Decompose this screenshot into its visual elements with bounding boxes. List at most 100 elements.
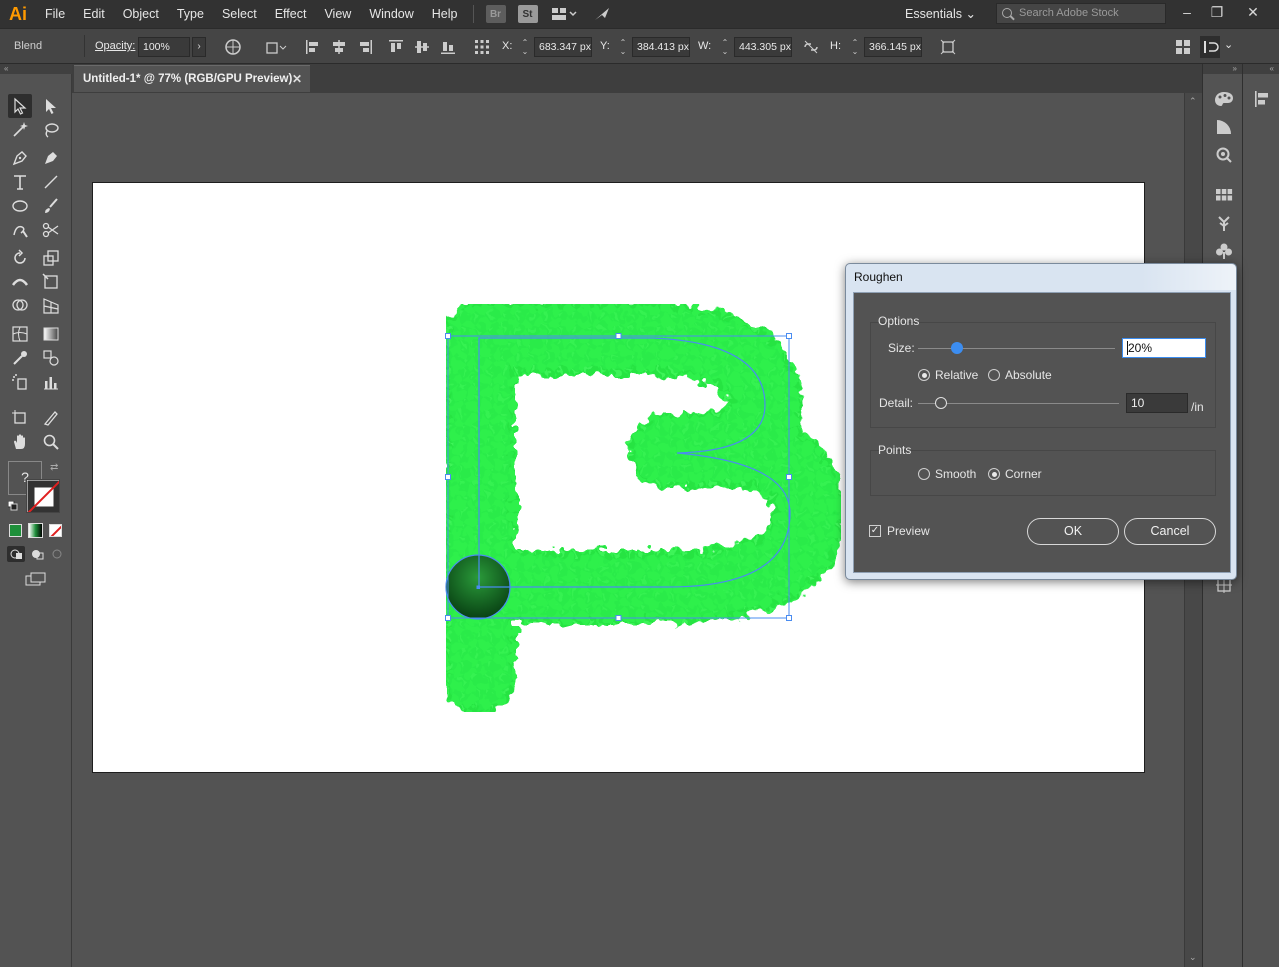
gradient-mode-icon[interactable] bbox=[28, 523, 43, 538]
stock-icon[interactable]: St bbox=[517, 5, 538, 23]
corner-radio[interactable] bbox=[988, 468, 1000, 480]
column-graph-tool-icon[interactable] bbox=[39, 370, 63, 394]
document-tab[interactable]: Untitled-1* @ 77% (RGB/GPU Preview) ✕ bbox=[74, 65, 310, 92]
size-slider-track[interactable] bbox=[918, 348, 1115, 349]
height-stepper[interactable]: ⌃ ⌄ bbox=[851, 38, 859, 56]
x-field[interactable]: 683.347 px bbox=[534, 37, 592, 57]
swatches-panel-icon[interactable] bbox=[1213, 184, 1235, 206]
scroll-down-icon[interactable]: ⌄ bbox=[1189, 952, 1199, 963]
constrain-proportions-icon[interactable] bbox=[803, 39, 819, 55]
ellipse-tool-icon[interactable] bbox=[8, 194, 32, 218]
detail-input[interactable]: 10 bbox=[1126, 393, 1188, 413]
pen-tool-icon[interactable] bbox=[8, 146, 32, 170]
menu-effect[interactable]: Effect bbox=[266, 0, 316, 28]
bridge-icon[interactable]: Br bbox=[485, 5, 506, 23]
cancel-button[interactable]: Cancel bbox=[1124, 518, 1216, 545]
symbol-sprayer-tool-icon[interactable] bbox=[8, 370, 32, 394]
magic-wand-tool-icon[interactable] bbox=[8, 118, 32, 142]
size-input[interactable]: 20% bbox=[1122, 338, 1206, 358]
mesh-tool-icon[interactable] bbox=[8, 322, 32, 346]
align-middle-icon[interactable] bbox=[414, 39, 430, 55]
chevron-down-icon[interactable]: ⌄ bbox=[1224, 38, 1233, 51]
absolute-radio[interactable] bbox=[988, 369, 1000, 381]
screen-mode-icon[interactable] bbox=[24, 571, 48, 587]
control-panel-menu-icon[interactable] bbox=[1200, 36, 1220, 58]
arrange-panels-icon[interactable] bbox=[1175, 39, 1191, 55]
menu-file[interactable]: File bbox=[36, 0, 74, 28]
brushes-panel-icon[interactable] bbox=[1213, 212, 1235, 234]
align-bottom-icon[interactable] bbox=[440, 39, 456, 55]
scale-tool-icon[interactable] bbox=[39, 246, 63, 270]
menu-type[interactable]: Type bbox=[168, 0, 213, 28]
shaper-tool-icon[interactable] bbox=[8, 218, 32, 242]
search-stock-input[interactable]: Search Adobe Stock bbox=[996, 3, 1166, 24]
restore-button[interactable]: ❐ bbox=[1202, 2, 1232, 22]
color-mode-icon[interactable] bbox=[9, 524, 22, 537]
tools-panel-grip[interactable]: « bbox=[0, 64, 72, 74]
workspace-switcher[interactable]: Essentials ⌄ bbox=[895, 4, 986, 24]
line-tool-icon[interactable] bbox=[39, 170, 63, 194]
menu-object[interactable]: Object bbox=[114, 0, 168, 28]
artboard-tool-icon[interactable] bbox=[8, 406, 32, 430]
scroll-up-icon[interactable]: ⌃ bbox=[1189, 96, 1199, 107]
detail-slider-thumb[interactable] bbox=[935, 397, 947, 409]
draw-normal-icon[interactable] bbox=[7, 546, 25, 562]
close-icon[interactable]: ✕ bbox=[292, 66, 302, 92]
width-field[interactable]: 443.305 px bbox=[734, 37, 792, 57]
width-stepper[interactable]: ⌃ ⌄ bbox=[721, 38, 729, 56]
menu-help[interactable]: Help bbox=[423, 0, 467, 28]
y-stepper[interactable]: ⌃ ⌄ bbox=[619, 38, 627, 56]
transform-icon[interactable] bbox=[940, 39, 956, 55]
anchor-point[interactable] bbox=[476, 585, 481, 590]
y-field[interactable]: 384.413 px bbox=[632, 37, 690, 57]
preview-checkbox[interactable]: ✓ bbox=[869, 525, 881, 537]
perspective-grid-tool-icon[interactable] bbox=[39, 294, 63, 318]
selection-tool-icon[interactable] bbox=[8, 94, 32, 118]
draw-behind-icon[interactable] bbox=[28, 546, 46, 562]
smooth-radio[interactable] bbox=[918, 468, 930, 480]
paintbrush-tool-icon[interactable] bbox=[39, 194, 63, 218]
opacity-field[interactable]: 100% bbox=[138, 37, 190, 57]
ok-button[interactable]: OK bbox=[1027, 518, 1119, 545]
menu-window[interactable]: Window bbox=[360, 0, 422, 28]
minimize-button[interactable]: – bbox=[1172, 2, 1202, 22]
transform-reference-icon[interactable] bbox=[265, 39, 287, 55]
align-panel-icon[interactable] bbox=[1251, 88, 1273, 110]
menu-view[interactable]: View bbox=[315, 0, 360, 28]
direct-selection-tool-icon[interactable] bbox=[39, 94, 63, 118]
align-center-icon[interactable] bbox=[331, 39, 347, 55]
opacity-label[interactable]: Opacity: bbox=[95, 40, 135, 52]
slice-tool-icon[interactable] bbox=[39, 406, 63, 430]
height-field[interactable]: 366.145 px bbox=[864, 37, 922, 57]
x-stepper[interactable]: ⌃ ⌄ bbox=[521, 38, 529, 56]
shape-builder-tool-icon[interactable] bbox=[8, 294, 32, 318]
align-right-icon[interactable] bbox=[357, 39, 373, 55]
scissors-tool-icon[interactable] bbox=[39, 218, 63, 242]
blend-tool-icon[interactable] bbox=[39, 346, 63, 370]
rotate-tool-icon[interactable] bbox=[8, 246, 32, 270]
menu-select[interactable]: Select bbox=[213, 0, 266, 28]
stroke-swatch[interactable] bbox=[26, 479, 60, 513]
opacity-expand-button[interactable]: › bbox=[192, 37, 206, 57]
appearance-panel-icon[interactable] bbox=[1213, 144, 1235, 166]
menu-edit[interactable]: Edit bbox=[74, 0, 114, 28]
gpu-performance-icon[interactable] bbox=[592, 5, 612, 23]
align-left-icon[interactable] bbox=[305, 39, 321, 55]
detail-slider-track[interactable] bbox=[918, 403, 1119, 404]
width-tool-icon[interactable] bbox=[8, 270, 32, 294]
swap-colors-icon[interactable]: ⇄ bbox=[50, 462, 58, 473]
eyedropper-tool-icon[interactable] bbox=[8, 346, 32, 370]
free-transform-tool-icon[interactable] bbox=[39, 270, 63, 294]
symbols-panel-icon[interactable] bbox=[1213, 240, 1235, 262]
color-guide-icon[interactable] bbox=[1213, 116, 1235, 138]
none-mode-icon[interactable] bbox=[49, 524, 62, 537]
close-window-button[interactable]: ✕ bbox=[1238, 2, 1268, 22]
panel-dock-grip[interactable]: » bbox=[1203, 64, 1242, 74]
arrange-documents-icon[interactable] bbox=[550, 5, 580, 23]
relative-radio[interactable] bbox=[918, 369, 930, 381]
gradient-tool-icon[interactable] bbox=[39, 322, 63, 346]
default-colors-icon[interactable] bbox=[7, 500, 18, 511]
recolor-artwork-icon[interactable] bbox=[225, 39, 241, 55]
type-tool-icon[interactable] bbox=[8, 170, 32, 194]
zoom-tool-icon[interactable] bbox=[39, 430, 63, 454]
